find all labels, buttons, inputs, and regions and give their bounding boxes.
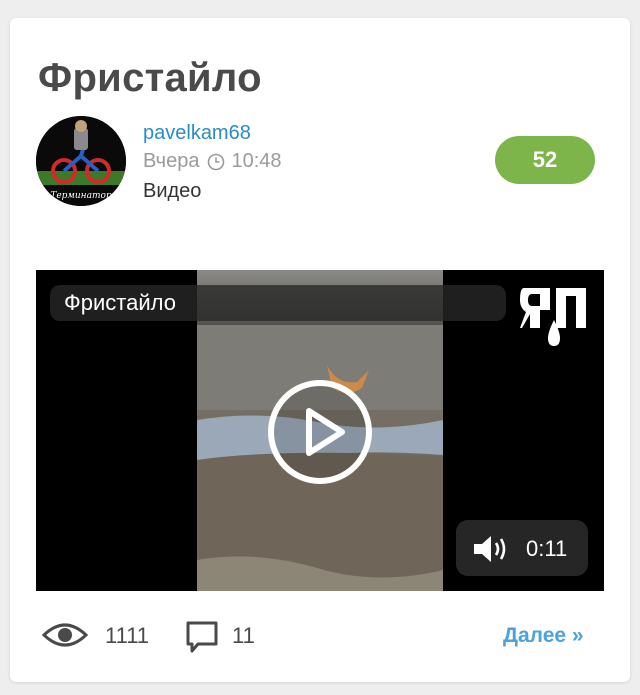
rating-badge[interactable]: 52 bbox=[495, 136, 595, 184]
post-category[interactable]: Видео bbox=[143, 180, 201, 203]
avatar-caption: Терминатор bbox=[50, 191, 112, 201]
video-duration: 0:11 bbox=[526, 536, 568, 561]
post-title[interactable]: Фристайло bbox=[38, 56, 262, 101]
yp-logo bbox=[520, 282, 592, 353]
post-card: Фристайло Терминатор pavelkam68 Вчера 10… bbox=[10, 18, 630, 682]
views-count: 1111 bbox=[105, 623, 150, 648]
more-link[interactable]: Далее » bbox=[503, 624, 584, 648]
post-date: Вчера bbox=[143, 150, 200, 172]
clock-icon bbox=[207, 153, 225, 171]
post-meta: Вчера 10:48 bbox=[143, 150, 282, 173]
volume-icon[interactable] bbox=[472, 534, 512, 569]
comments-count[interactable]: 11 bbox=[232, 623, 255, 649]
play-button[interactable] bbox=[266, 378, 374, 491]
eye-icon bbox=[41, 621, 89, 654]
video-player[interactable]: Фристайло 0:11 bbox=[36, 270, 604, 591]
video-title: Фристайло bbox=[64, 290, 176, 315]
play-icon bbox=[268, 380, 372, 484]
avatar[interactable]: Терминатор bbox=[36, 116, 126, 206]
author-link[interactable]: pavelkam68 bbox=[143, 122, 251, 145]
post-time: 10:48 bbox=[231, 150, 282, 172]
comment-icon[interactable] bbox=[184, 619, 220, 660]
